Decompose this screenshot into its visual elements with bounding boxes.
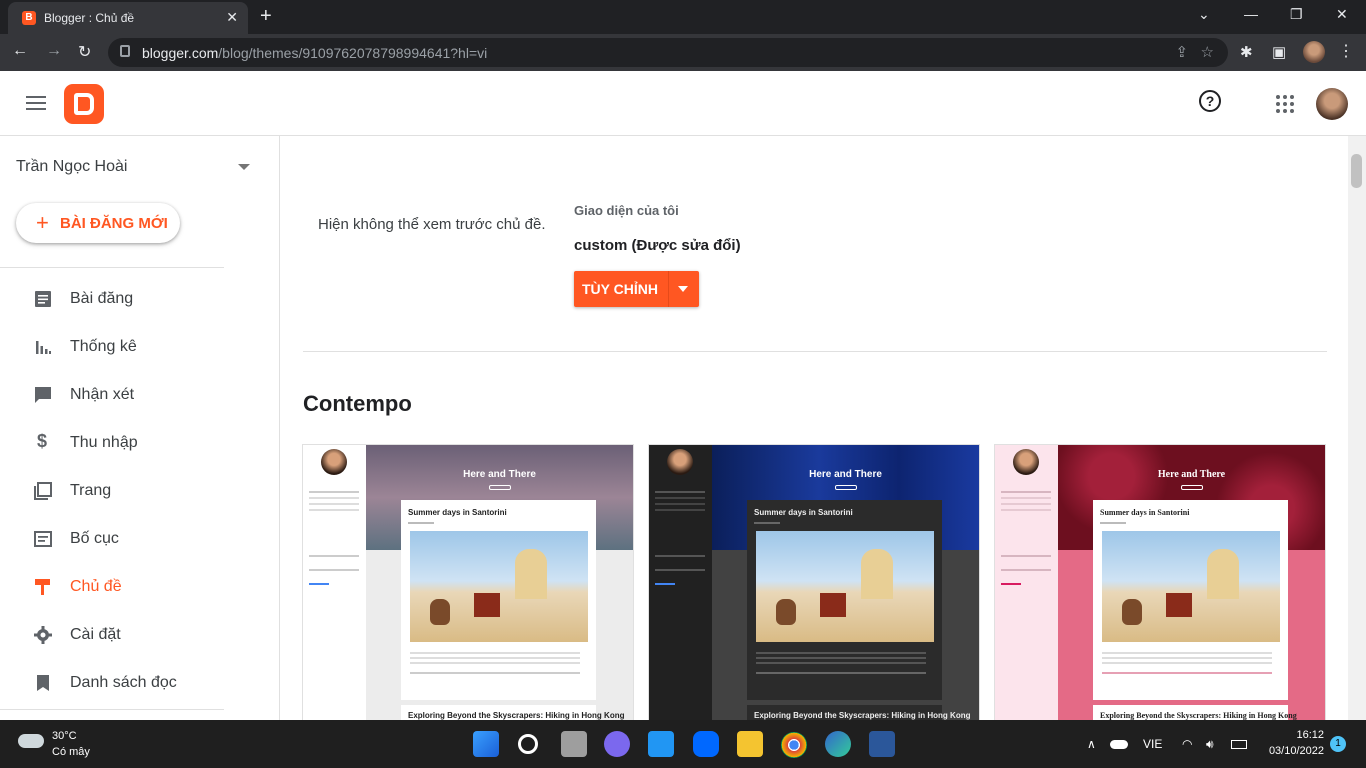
author-avatar — [321, 449, 347, 475]
forward-icon[interactable]: → — [46, 42, 62, 60]
author-avatar — [667, 449, 693, 475]
temperature: 30°C — [52, 730, 77, 742]
new-post-button[interactable]: + BÀI ĐĂNG MỚI — [16, 203, 180, 243]
word-icon[interactable] — [869, 731, 895, 757]
clock-date[interactable]: 03/10/2022 — [1262, 745, 1324, 757]
notification-badge[interactable]: 1 — [1330, 736, 1346, 752]
tray-overflow-icon[interactable]: ∧ — [1087, 737, 1096, 751]
sidebar-item-reading-list[interactable]: Danh sách đọc — [0, 663, 260, 703]
blogger-favicon-icon: B — [22, 11, 36, 25]
main-content: Hiện không thể xem trước chủ đề. Giao di… — [281, 136, 1348, 720]
divider — [0, 709, 224, 710]
extensions-icon[interactable]: ✱ — [1240, 43, 1253, 61]
section-title: Contempo — [303, 391, 412, 416]
cloud-weather-icon[interactable] — [18, 734, 44, 748]
blog-selector-caret-icon[interactable] — [238, 164, 250, 170]
close-tab-icon[interactable]: ✕ — [226, 9, 238, 26]
stats-icon — [36, 341, 51, 354]
pages-icon — [34, 482, 52, 500]
customize-button[interactable]: TÙY CHỈNH — [574, 271, 699, 307]
url-text: blogger.com/blog/themes/9109762078798994… — [142, 45, 488, 61]
sidebar-item-theme[interactable]: Chủ đề — [0, 567, 260, 607]
onedrive-icon[interactable] — [1110, 740, 1128, 749]
vscode-icon[interactable] — [648, 731, 674, 757]
current-theme-name: custom (Được sửa đổi) — [574, 237, 741, 254]
gear-icon — [34, 626, 52, 644]
santorini-image — [1102, 531, 1280, 642]
minimize-icon[interactable]: — — [1244, 6, 1258, 22]
sidebar-item-earnings[interactable]: $ Thu nhập — [0, 423, 260, 463]
customize-dropdown-icon[interactable] — [678, 286, 688, 292]
back-icon[interactable]: ← — [12, 42, 28, 60]
posts-icon — [35, 291, 51, 307]
address-bar: ← → ↻ blogger.com/blog/themes/9109762078… — [0, 34, 1366, 71]
volume-icon[interactable]: 🔊︎ — [1206, 737, 1214, 752]
santorini-image — [410, 531, 588, 642]
search-icon[interactable] — [518, 734, 538, 754]
sidebar-item-stats[interactable]: Thống kê — [0, 327, 260, 367]
lock-icon — [120, 45, 130, 57]
side-panel-icon[interactable]: ▣ — [1272, 43, 1286, 61]
reload-icon[interactable]: ↻ — [78, 42, 91, 62]
url-field[interactable]: blogger.com/blog/themes/9109762078798994… — [108, 38, 1228, 67]
account-avatar[interactable] — [1316, 88, 1348, 120]
zalo-icon[interactable] — [693, 731, 719, 757]
theme-icon — [35, 579, 50, 595]
divider — [0, 267, 224, 268]
theme-card-dark[interactable]: Here and There Summer days in Santorini … — [649, 445, 979, 720]
hamburger-menu-icon[interactable] — [26, 96, 46, 110]
sidebar-item-posts[interactable]: Bài đăng — [0, 279, 260, 319]
no-preview-text: Hiện không thể xem trước chủ đề. — [318, 216, 546, 233]
comments-icon — [35, 387, 51, 403]
post-preview: Summer days in Santorini — [1093, 500, 1288, 700]
google-apps-icon[interactable] — [1276, 95, 1294, 113]
close-window-icon[interactable]: ✕ — [1336, 6, 1348, 23]
tab-search-icon[interactable]: ⌄ — [1198, 6, 1210, 23]
windows-taskbar: 30°C Có mây ∧ VIE ◠ 🔊︎ 16:12 03/10/2022 … — [0, 720, 1366, 768]
clock-time[interactable]: 16:12 — [1290, 729, 1324, 741]
file-explorer-icon[interactable] — [737, 731, 763, 757]
my-theme-label: Giao diện của tôi — [574, 203, 679, 218]
theme-card-light[interactable]: Here and There Summer days in Santorini … — [303, 445, 633, 720]
chrome-icon[interactable] — [781, 732, 807, 758]
edge-icon[interactable] — [825, 731, 851, 757]
bookmark-icon — [37, 675, 49, 691]
scrollbar-thumb[interactable] — [1351, 154, 1362, 188]
santorini-image — [756, 531, 934, 642]
page-scrollbar[interactable] — [1348, 136, 1366, 720]
browser-tab-bar: B Blogger : Chủ đề ✕ + ⌄ — ❐ ✕ — [0, 0, 1366, 34]
tab-title: Blogger : Chủ đề — [44, 11, 135, 25]
help-icon[interactable]: ? — [1199, 90, 1221, 112]
post-preview: Summer days in Santorini — [747, 500, 942, 700]
sidebar-item-pages[interactable]: Trang — [0, 471, 260, 511]
sidebar: Trần Ngọc Hoài + BÀI ĐĂNG MỚI Bài đăng T… — [0, 136, 280, 720]
share-bookmark-icons[interactable]: ⇪ ☆ — [1175, 43, 1214, 61]
weather-condition: Có mây — [52, 746, 90, 758]
browser-menu-icon[interactable]: ⋮ — [1338, 41, 1354, 61]
sidebar-item-layout[interactable]: Bố cục — [0, 519, 260, 559]
blogger-logo-icon[interactable] — [64, 84, 104, 124]
teams-chat-icon[interactable] — [604, 731, 630, 757]
blogger-header: ? — [0, 71, 1366, 136]
battery-icon[interactable] — [1231, 740, 1247, 749]
new-tab-icon[interactable]: + — [260, 5, 272, 28]
theme-card-pink[interactable]: Here and There Summer days in Santorini … — [995, 445, 1325, 720]
divider — [303, 351, 1327, 352]
start-icon[interactable] — [473, 731, 499, 757]
restore-icon[interactable]: ❐ — [1290, 6, 1303, 23]
task-view-icon[interactable] — [561, 731, 587, 757]
blog-name[interactable]: Trần Ngọc Hoài — [16, 158, 127, 176]
post-preview: Summer days in Santorini — [401, 500, 596, 700]
sidebar-item-settings[interactable]: Cài đặt — [0, 615, 260, 655]
layout-icon — [34, 531, 52, 547]
sidebar-item-comments[interactable]: Nhận xét — [0, 375, 260, 415]
input-language[interactable]: VIE — [1143, 737, 1162, 751]
browser-tab[interactable]: B Blogger : Chủ đề ✕ — [8, 2, 248, 34]
author-avatar — [1013, 449, 1039, 475]
dollar-icon: $ — [37, 431, 48, 451]
browser-profile-avatar[interactable] — [1303, 41, 1325, 63]
wifi-icon[interactable]: ◠ — [1182, 737, 1192, 751]
plus-icon: + — [36, 210, 49, 235]
